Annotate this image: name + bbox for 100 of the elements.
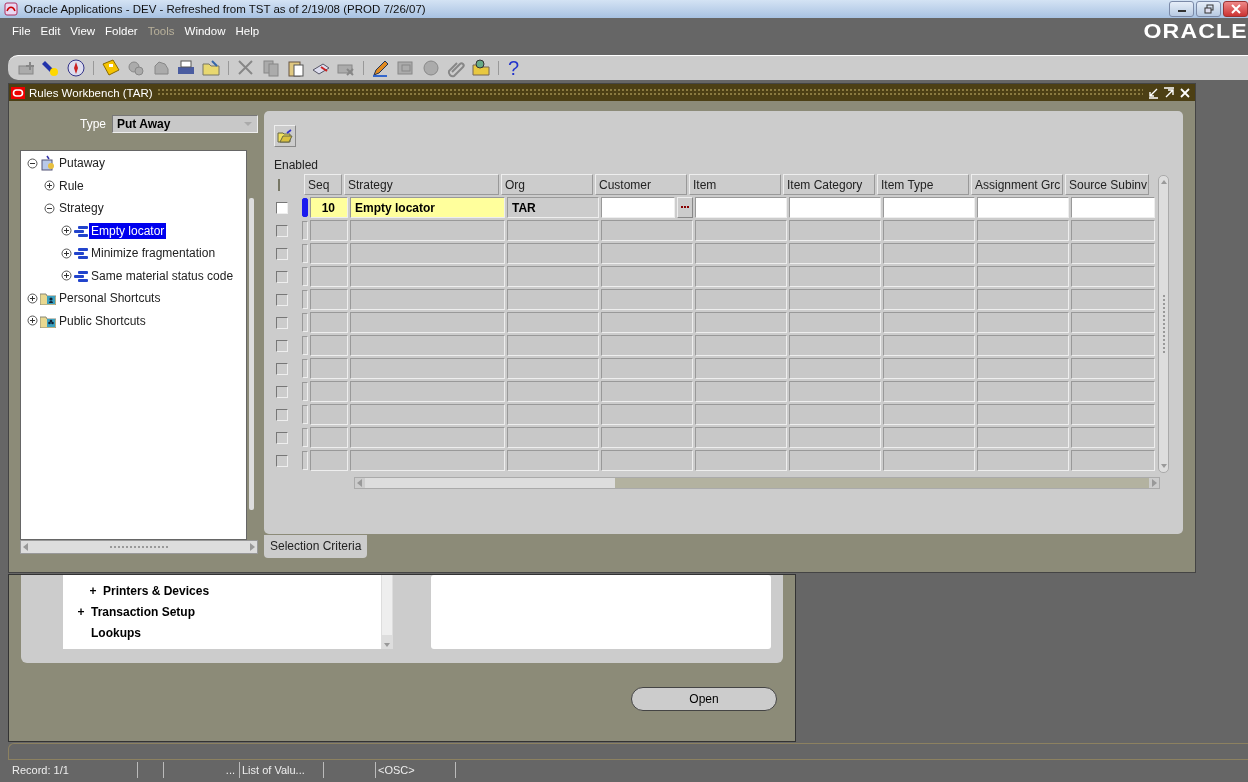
table-cell[interactable] <box>310 289 348 310</box>
record-indicator[interactable] <box>302 359 308 378</box>
menu-item[interactable]: Help <box>235 25 260 37</box>
table-cell[interactable] <box>883 358 975 379</box>
record-indicator[interactable] <box>302 290 308 309</box>
right-arrow-icon[interactable] <box>247 541 257 553</box>
table-cell[interactable] <box>1071 335 1155 356</box>
expander-icon[interactable] <box>27 292 38 304</box>
enabled-checkbox[interactable] <box>276 270 288 283</box>
table-cell[interactable] <box>310 381 348 402</box>
table-cell[interactable] <box>695 381 787 402</box>
table-cell[interactable] <box>507 450 599 471</box>
table-cell[interactable] <box>695 197 787 218</box>
tree-node[interactable]: Minimize fragmentation <box>89 245 218 262</box>
navigator-item[interactable]: Lookups <box>91 625 141 640</box>
table-cell[interactable] <box>507 358 599 379</box>
enabled-checkbox[interactable] <box>276 316 288 329</box>
expander-icon[interactable] <box>27 315 38 327</box>
enabled-checkbox[interactable] <box>276 408 288 421</box>
tree-node[interactable]: Public Shortcuts <box>57 312 148 329</box>
expander-icon[interactable] <box>61 247 72 259</box>
table-cell[interactable] <box>695 289 787 310</box>
table-cell[interactable] <box>883 312 975 333</box>
vertical-scrollbar[interactable] <box>381 575 393 649</box>
table-cell[interactable] <box>1071 220 1155 241</box>
folder-icon[interactable] <box>201 58 221 78</box>
enabled-checkbox[interactable] <box>276 454 288 467</box>
table-cell[interactable] <box>507 381 599 402</box>
open-button[interactable]: Open <box>631 687 777 711</box>
table-cell[interactable] <box>350 289 505 310</box>
table-cell[interactable] <box>977 289 1069 310</box>
record-indicator[interactable] <box>302 244 308 263</box>
close-icon[interactable] <box>1179 86 1191 99</box>
enabled-checkbox[interactable] <box>276 431 288 444</box>
table-cell[interactable] <box>1071 243 1155 264</box>
table-cell[interactable] <box>883 381 975 402</box>
table-cell[interactable] <box>350 243 505 264</box>
table-cell[interactable] <box>310 450 348 471</box>
tab[interactable]: Selection Criteria <box>264 535 368 558</box>
table-cell[interactable] <box>601 381 693 402</box>
table-cell[interactable] <box>350 220 505 241</box>
table-cell[interactable] <box>789 312 881 333</box>
expander-icon[interactable] <box>44 180 55 192</box>
table-cell[interactable] <box>977 404 1069 425</box>
table-cell[interactable] <box>977 197 1069 218</box>
menu-item[interactable]: Window <box>184 25 226 37</box>
type-dropdown[interactable]: Put Away <box>112 115 258 133</box>
expand-marker[interactable]: + <box>77 604 85 619</box>
menu-item[interactable]: Folder <box>105 25 138 37</box>
table-cell[interactable] <box>977 243 1069 264</box>
table-cell[interactable] <box>789 358 881 379</box>
restore-button[interactable] <box>1196 1 1221 17</box>
expander-icon[interactable] <box>44 202 55 214</box>
table-cell[interactable] <box>310 335 348 356</box>
menu-item[interactable]: File <box>12 25 31 37</box>
table-cell[interactable] <box>1071 289 1155 310</box>
down-arrow-icon[interactable] <box>1158 462 1169 470</box>
table-cell[interactable] <box>310 427 348 448</box>
table-cell[interactable] <box>601 220 693 241</box>
record-indicator[interactable] <box>302 313 308 332</box>
table-cell[interactable]: TAR <box>507 197 599 218</box>
table-cell[interactable] <box>883 450 975 471</box>
table-cell[interactable] <box>601 289 693 310</box>
left-arrow-icon[interactable] <box>21 541 31 553</box>
table-cell[interactable] <box>350 312 505 333</box>
table-cell[interactable] <box>601 266 693 287</box>
left-arrow-icon[interactable] <box>355 478 365 488</box>
table-cell[interactable] <box>310 266 348 287</box>
table-cell[interactable] <box>601 197 675 218</box>
clipboard-icon[interactable] <box>286 58 306 78</box>
enabled-checkbox[interactable] <box>276 293 288 306</box>
table-cell[interactable] <box>789 335 881 356</box>
down-arrow-icon[interactable] <box>382 641 392 649</box>
record-indicator[interactable] <box>302 428 308 447</box>
help-button[interactable]: ? <box>506 58 522 78</box>
horizontal-scrollbar[interactable] <box>20 540 258 554</box>
navigator-item[interactable]: Printers & Devices <box>103 583 210 598</box>
table-cell[interactable] <box>310 404 348 425</box>
table-cell[interactable]: 10 <box>310 197 348 218</box>
table-cell[interactable] <box>1071 266 1155 287</box>
table-cell[interactable] <box>310 358 348 379</box>
tree-node[interactable]: Putaway <box>57 155 108 172</box>
table-cell[interactable] <box>883 335 975 356</box>
table-cell[interactable] <box>507 289 599 310</box>
compass-icon[interactable] <box>66 58 86 78</box>
table-cell[interactable] <box>695 266 787 287</box>
table-cell[interactable]: Empty locator <box>350 197 505 218</box>
table-cell[interactable] <box>695 427 787 448</box>
record-indicator[interactable] <box>302 336 308 355</box>
expander-icon[interactable] <box>27 157 38 169</box>
table-cell[interactable] <box>310 312 348 333</box>
flashlight-icon[interactable] <box>41 58 61 78</box>
table-cell[interactable] <box>695 450 787 471</box>
table-cell[interactable] <box>507 220 599 241</box>
table-cell[interactable] <box>695 358 787 379</box>
table-cell[interactable] <box>1071 404 1155 425</box>
table-cell[interactable] <box>977 358 1069 379</box>
table-cell[interactable] <box>695 312 787 333</box>
table-cell[interactable] <box>977 266 1069 287</box>
table-cell[interactable] <box>883 404 975 425</box>
